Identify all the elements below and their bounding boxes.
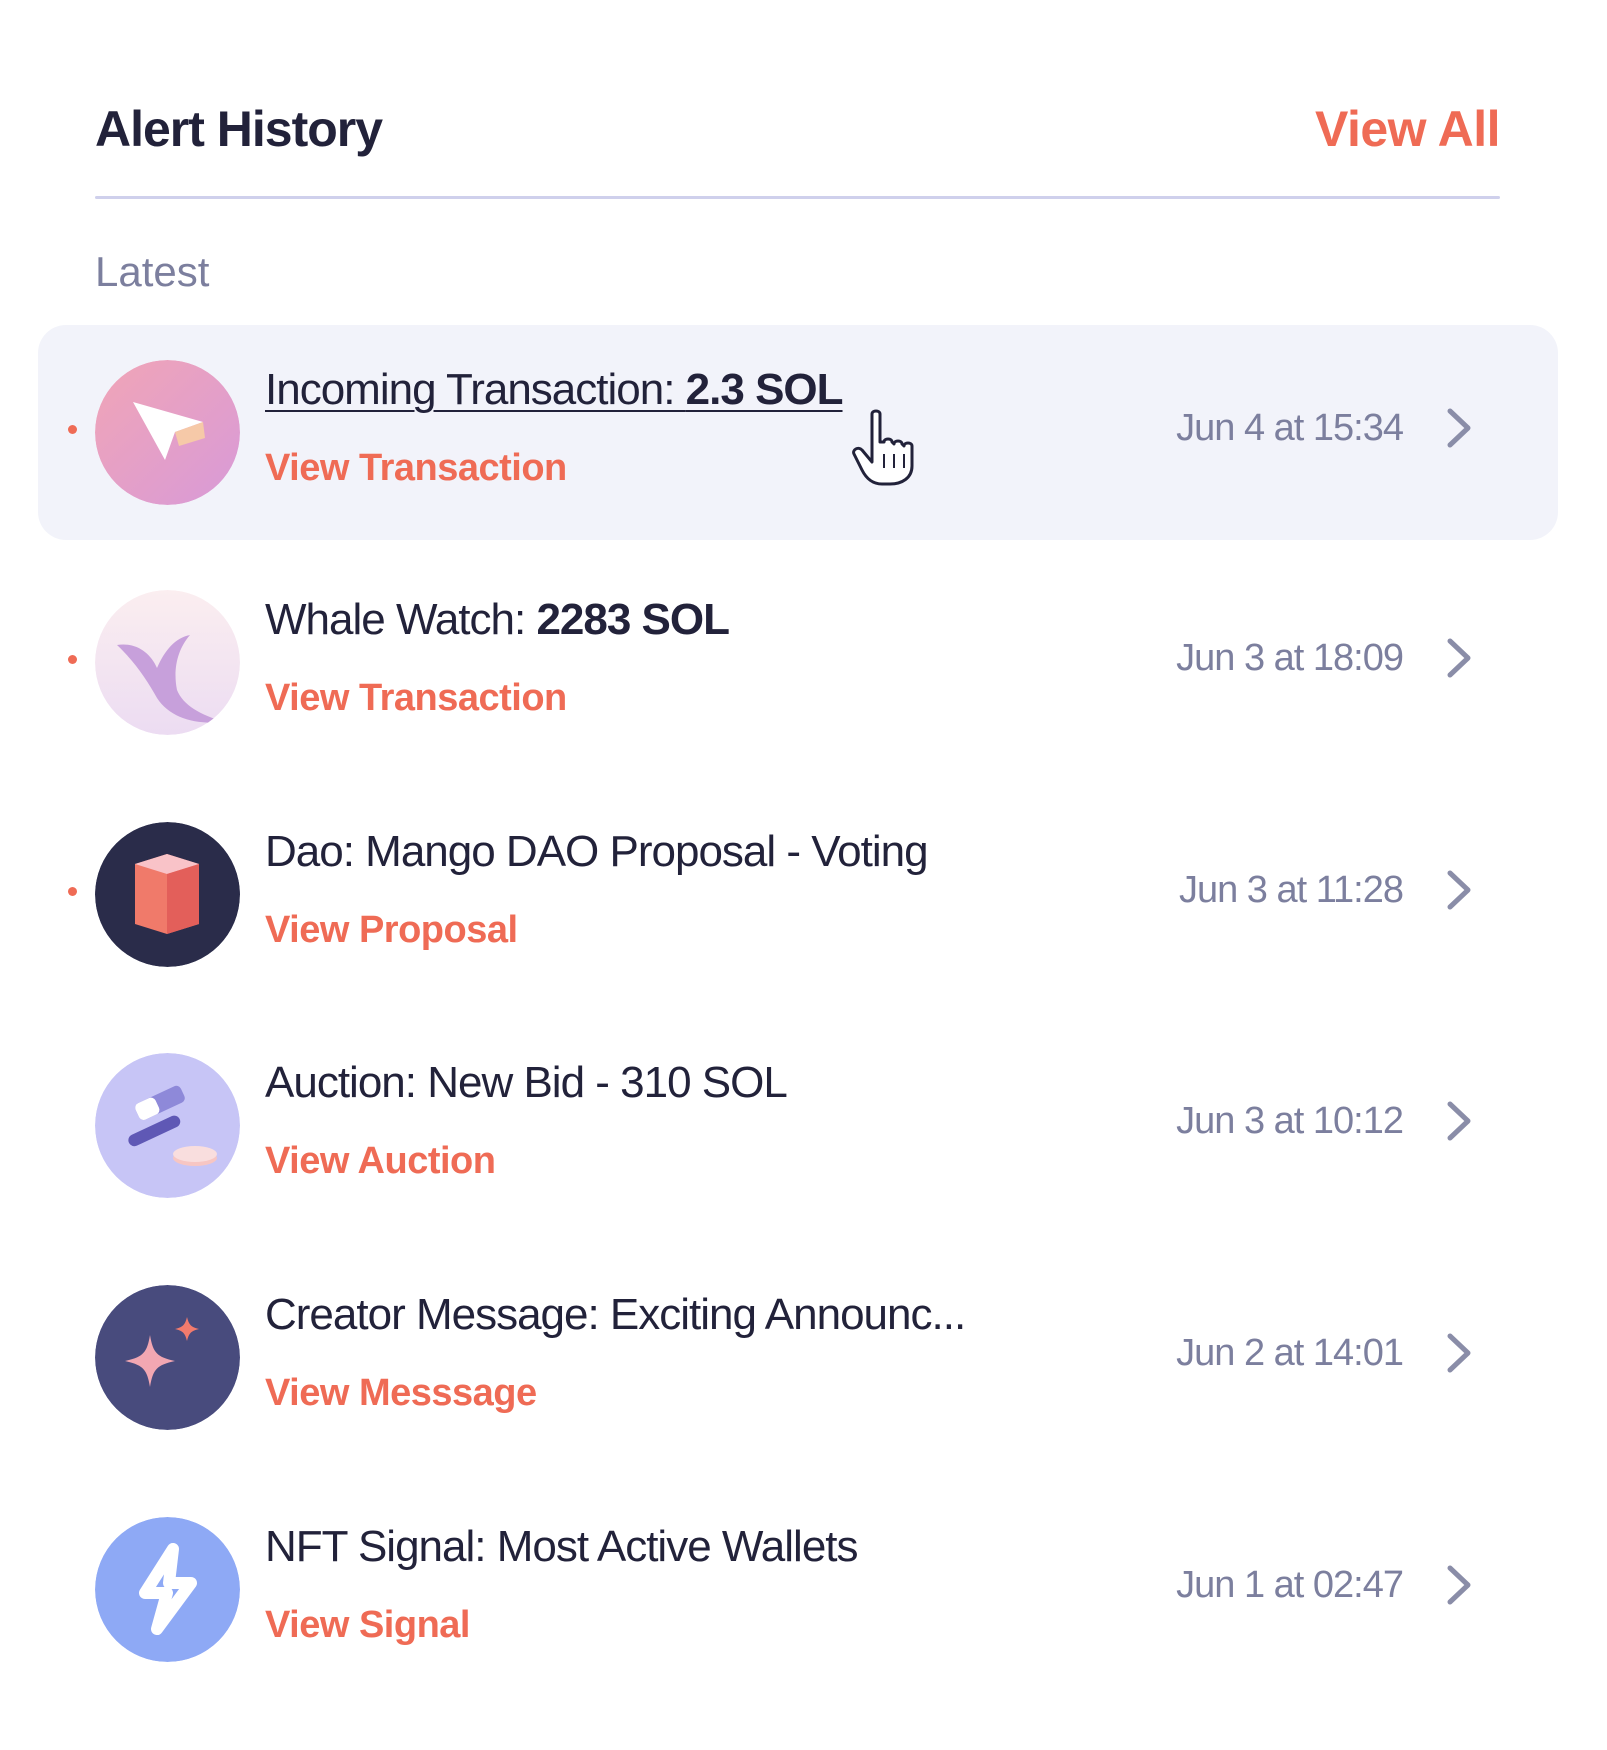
sparkle-icon — [95, 1285, 240, 1430]
alert-title[interactable]: Dao: Mango DAO Proposal - Voting — [265, 827, 929, 877]
alert-row-incoming-transaction[interactable]: Incoming Transaction: 2.3 SOL View Trans… — [38, 325, 1558, 540]
view-message-link[interactable]: View Messsage — [265, 1372, 537, 1415]
view-auction-link[interactable]: View Auction — [265, 1140, 496, 1183]
alert-history-header: Alert History View All — [95, 100, 1500, 160]
view-proposal-link[interactable]: View Proposal — [265, 909, 518, 952]
alert-title[interactable]: NFT Signal: Most Active Wallets — [265, 1522, 859, 1572]
view-signal-link[interactable]: View Signal — [265, 1604, 470, 1647]
header-divider — [95, 196, 1500, 199]
unread-dot — [68, 887, 77, 896]
unread-dot — [68, 425, 77, 434]
gavel-icon — [95, 1053, 240, 1198]
alert-row-creator-message[interactable]: Creator Message: Exciting Announc... Vie… — [38, 1250, 1558, 1465]
alert-timestamp: Jun 1 at 02:47 — [1176, 1564, 1404, 1606]
alert-timestamp: Jun 3 at 18:09 — [1176, 637, 1404, 679]
whale-tail-icon — [95, 590, 240, 735]
alert-title[interactable]: Incoming Transaction: 2.3 SOL — [265, 365, 844, 415]
alert-title[interactable]: Creator Message: Exciting Announc... — [265, 1290, 966, 1340]
page-title: Alert History — [95, 101, 383, 157]
chevron-right-icon[interactable] — [1440, 865, 1480, 915]
alert-timestamp: Jun 2 at 14:01 — [1176, 1332, 1404, 1374]
chevron-right-icon[interactable] — [1440, 1096, 1480, 1146]
section-label-latest: Latest — [95, 248, 210, 295]
alert-row-nft-signal[interactable]: NFT Signal: Most Active Wallets View Sig… — [38, 1482, 1558, 1697]
chevron-right-icon[interactable] — [1440, 403, 1480, 453]
chevron-right-icon[interactable] — [1440, 1560, 1480, 1610]
alert-title[interactable]: Whale Watch: 2283 SOL — [265, 595, 730, 645]
alert-row-auction[interactable]: Auction: New Bid - 310 SOL View Auction … — [38, 1018, 1558, 1233]
alert-timestamp: Jun 4 at 15:34 — [1176, 407, 1404, 449]
lightning-bolt-icon — [95, 1517, 240, 1662]
alert-title[interactable]: Auction: New Bid - 310 SOL — [265, 1058, 788, 1108]
view-all-link[interactable]: View All — [1315, 100, 1500, 158]
arrow-cursor-icon — [95, 360, 240, 505]
hand-pointer-cursor-icon — [852, 409, 914, 486]
chevron-right-icon[interactable] — [1440, 633, 1480, 683]
cube-icon — [95, 822, 240, 967]
view-transaction-link[interactable]: View Transaction — [265, 447, 567, 490]
unread-dot — [68, 655, 77, 664]
alert-timestamp: Jun 3 at 11:28 — [1178, 869, 1404, 911]
alert-row-dao-proposal[interactable]: Dao: Mango DAO Proposal - Voting View Pr… — [38, 787, 1558, 1002]
view-transaction-link[interactable]: View Transaction — [265, 677, 567, 720]
alert-timestamp: Jun 3 at 10:12 — [1176, 1100, 1404, 1142]
chevron-right-icon[interactable] — [1440, 1328, 1480, 1378]
alert-row-whale-watch[interactable]: Whale Watch: 2283 SOL View Transaction J… — [38, 555, 1558, 770]
